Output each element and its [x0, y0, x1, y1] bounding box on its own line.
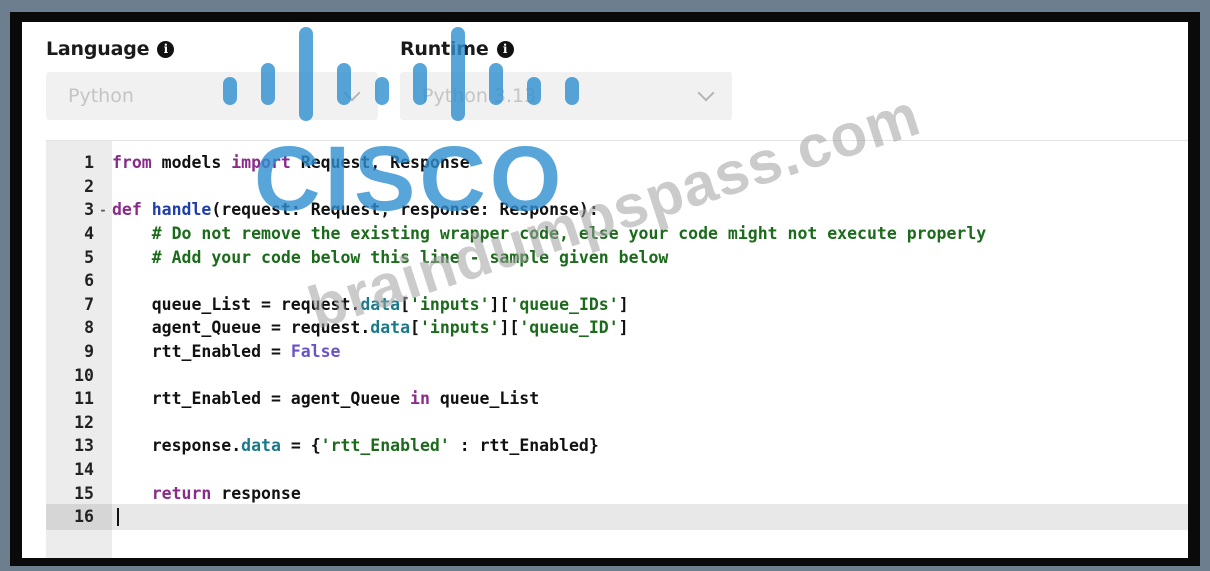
code-token: 'queue_IDs'	[509, 294, 619, 314]
line-number: 5	[84, 247, 94, 267]
line-number: 1	[84, 153, 94, 173]
code-text: rtt_Enabled = agent_Queue in queue_List	[112, 389, 539, 408]
line-number: 13	[74, 436, 94, 456]
line-number: 3	[84, 200, 94, 220]
code-line[interactable]: 16	[46, 505, 1188, 529]
code-token: ][	[499, 318, 520, 338]
screenshot-frame: Language i Python Runtime i Python 3.13 …	[10, 12, 1200, 566]
line-number: 2	[84, 176, 94, 196]
code-line[interactable]: 6	[46, 269, 1188, 293]
code-token: ][	[489, 294, 510, 314]
code-token: ]	[618, 294, 629, 314]
code-token: queue_List	[429, 389, 540, 409]
line-number: 16	[74, 507, 94, 527]
cisco-logo-watermark: CISCO	[223, 27, 579, 222]
code-text: response.data = {'rtt_Enabled' : rtt_Ena…	[112, 436, 599, 455]
code-token: ]	[618, 318, 629, 338]
code-token: [	[410, 318, 420, 338]
code-line[interactable]: 7 queue_List = request.data['inputs']['q…	[46, 293, 1188, 317]
code-token: from	[112, 153, 152, 173]
line-number: 6	[84, 271, 94, 291]
code-token: rtt_Enabled = agent_Queue	[112, 389, 411, 409]
code-token: 'rtt_Enabled'	[320, 436, 450, 456]
line-number: 15	[74, 483, 94, 503]
code-line[interactable]: 10	[46, 363, 1188, 387]
chevron-down-icon	[697, 84, 715, 102]
code-line[interactable]: 13 response.data = {'rtt_Enabled' : rtt_…	[46, 434, 1188, 458]
code-line[interactable]: 5 # Add your code below this line - samp…	[46, 245, 1188, 269]
code-line[interactable]: 15 return response	[46, 481, 1188, 505]
code-token: handle	[151, 200, 212, 220]
code-token: 'inputs'	[419, 318, 500, 338]
line-number: 14	[74, 460, 94, 480]
code-line[interactable]: 11 rtt_Enabled = agent_Queue in queue_Li…	[46, 387, 1188, 411]
code-token: return	[151, 483, 212, 503]
code-token: False	[290, 342, 341, 362]
code-line[interactable]: 8 agent_Queue = request.data['inputs']['…	[46, 316, 1188, 340]
info-icon[interactable]: i	[157, 40, 175, 58]
code-line[interactable]: 9 rtt_Enabled = False	[46, 340, 1188, 364]
code-function-panel: Language i Python Runtime i Python 3.13 …	[22, 22, 1188, 558]
code-token: data	[241, 436, 281, 456]
code-token: = {	[280, 436, 321, 456]
code-text: rtt_Enabled = False	[112, 342, 341, 362]
line-number: 12	[74, 412, 94, 432]
line-number: 8	[84, 318, 94, 338]
code-text: return response	[112, 484, 301, 503]
code-line[interactable]: 14	[46, 458, 1188, 482]
language-select-value: Python	[68, 85, 134, 107]
line-number: 7	[84, 294, 94, 314]
line-number: 9	[84, 342, 94, 362]
language-label-group: Language i	[46, 38, 175, 60]
code-token: def	[112, 200, 142, 220]
line-number: 4	[84, 224, 94, 244]
code-token: response	[211, 483, 301, 503]
line-number: 10	[74, 365, 94, 385]
code-token: response.	[112, 436, 242, 456]
code-token: : rtt_Enabled}	[449, 436, 599, 456]
line-number: 11	[74, 389, 94, 409]
code-line[interactable]: 12	[46, 411, 1188, 435]
code-token: in	[410, 389, 430, 409]
code-token: rtt_Enabled =	[112, 342, 291, 362]
code-token: 'queue_ID'	[519, 318, 619, 338]
fold-toggle[interactable]: -	[94, 203, 112, 217]
text-cursor	[117, 508, 119, 526]
language-label: Language	[46, 38, 150, 60]
